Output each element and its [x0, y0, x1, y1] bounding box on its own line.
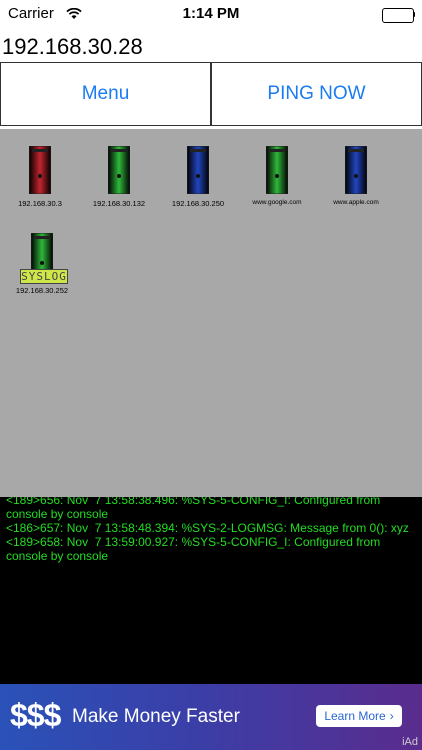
ad-logo: $$$ — [10, 697, 61, 733]
device-item[interactable]: 192.168.30.3 — [0, 146, 80, 208]
server-icon — [29, 146, 51, 194]
clock: 1:14 PM — [182, 5, 240, 22]
chevron-right-icon: › — [389, 709, 394, 723]
page-title: 192.168.30.28 — [2, 34, 143, 59]
console-line: <186>657: Nov 7 13:58:48.394: %SYS-2-LOG… — [6, 521, 409, 535]
learn-more-button[interactable]: Learn More › — [316, 705, 402, 727]
server-icon — [108, 146, 130, 194]
status-bar: Carrier 1:14 PM — [0, 0, 422, 28]
ping-now-button[interactable]: PING NOW — [211, 62, 422, 126]
learn-more-label: Learn More — [324, 709, 386, 723]
battery-icon — [382, 8, 415, 23]
device-label: 192.168.30.132 — [92, 199, 146, 208]
console-line: <189>658: Nov 7 13:59:00.927: %SYS-5-CON… — [6, 535, 384, 563]
device-item[interactable]: www.google.com — [237, 146, 317, 206]
device-grid: 192.168.30.3 192.168.30.132 192.168.30.2… — [0, 129, 422, 497]
server-icon — [187, 146, 209, 194]
syslog-badge: SYSLOG — [20, 269, 68, 284]
server-icon — [345, 146, 367, 194]
action-bar: Menu PING NOW — [0, 62, 422, 128]
menu-button[interactable]: Menu — [0, 62, 211, 126]
device-label: 192.168.30.3 — [18, 199, 62, 208]
device-item[interactable]: 192.168.30.132 — [79, 146, 159, 208]
server-icon — [266, 146, 288, 194]
device-label: www.google.com — [252, 199, 302, 206]
syslog-console[interactable]: <189>656: Nov 7 13:58:38.496: %SYS-5-CON… — [0, 497, 422, 684]
device-label: 192.168.30.250 — [171, 199, 225, 208]
console-line: <189>656: Nov 7 13:58:38.496: %SYS-5-CON… — [6, 497, 384, 521]
device-item[interactable]: www.apple.com — [316, 146, 396, 206]
ad-headline: Make Money Faster — [72, 706, 240, 727]
iad-label: iAd — [402, 736, 418, 748]
device-item[interactable]: SYSLOG 192.168.30.252 — [2, 233, 82, 295]
device-item[interactable]: 192.168.30.250 — [158, 146, 238, 208]
device-label: 192.168.30.252 — [15, 286, 69, 295]
ad-banner[interactable]: $$$ Make Money Faster Learn More › iAd — [0, 684, 422, 750]
device-label: www.apple.com — [333, 199, 379, 206]
